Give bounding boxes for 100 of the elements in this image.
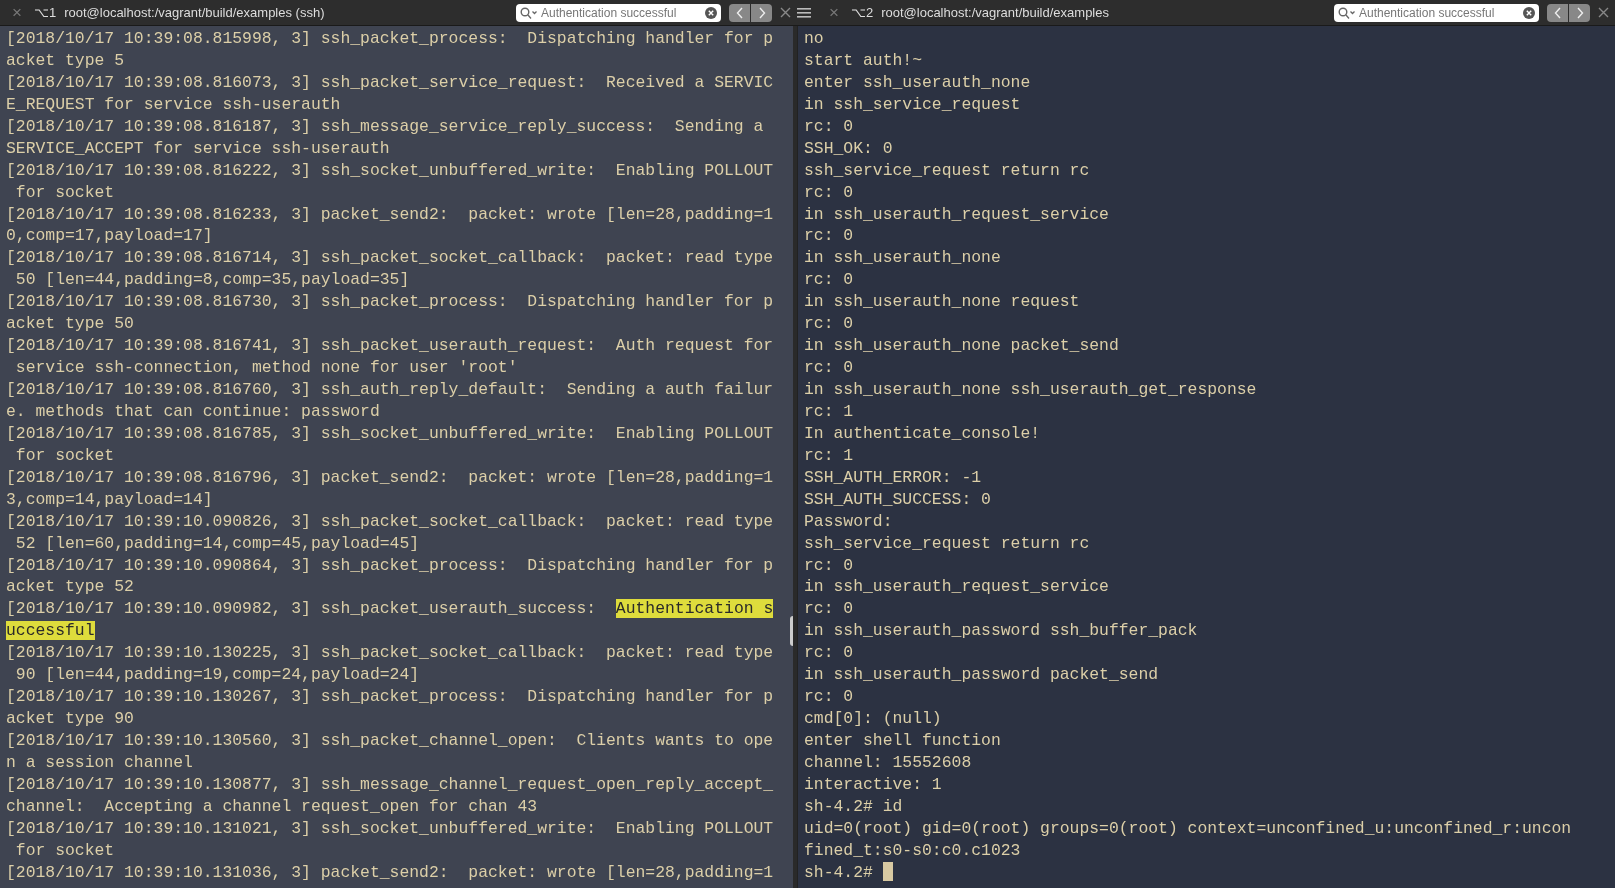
terminal-line: rc: 1 bbox=[804, 445, 854, 465]
terminal-line: [2018/10/17 10:39:08.816730, 3] ssh_packet_process: Dispatching handler for p bbox=[6, 292, 774, 312]
next-match-button[interactable] bbox=[751, 3, 772, 22]
search-icon bbox=[520, 6, 538, 19]
terminal-line: [2018/10/17 10:39:10.130225, 3] ssh_packet_socket_callback: packet: read type bbox=[6, 643, 774, 663]
terminal-line: rc: 0 bbox=[804, 555, 854, 575]
terminal-line: [2018/10/17 10:39:08.816741, 3] ssh_packet_userauth_request: Auth request for bbox=[6, 336, 774, 356]
terminal-line: [2018/10/17 10:39:08.816714, 3] ssh_packet_socket_callback: packet: read type bbox=[6, 248, 774, 268]
terminal-line: n a session channel bbox=[6, 752, 193, 772]
clear-icon[interactable] bbox=[1523, 6, 1535, 19]
search-match: Authentication s bbox=[615, 599, 774, 619]
terminal-line: [2018/10/17 10:39:08.816233, 3] packet_send2: packet: wrote [len=28,padding=1 bbox=[6, 204, 774, 224]
next-match-button[interactable] bbox=[1569, 3, 1590, 22]
terminal-line: no bbox=[804, 29, 824, 48]
terminal-line: [2018/10/17 10:39:08.816222, 3] ssh_socket_unbuffered_write: Enabling POLLOUT bbox=[6, 160, 774, 180]
close-tab-button[interactable]: × bbox=[825, 4, 843, 21]
terminal-line: for socket bbox=[14, 445, 115, 465]
terminal-line: 52 [len=60,padding=14,comp=45,payload=45] bbox=[14, 533, 420, 553]
terminal-line: in ssh_userauth_password packet_send bbox=[804, 665, 1159, 685]
terminal-line: SSH_AUTH_SUCCESS: 0 bbox=[804, 489, 991, 509]
terminal-line: 90 [len=44,padding=19,comp=24,payload=24] bbox=[14, 665, 420, 685]
terminal-line: 0,comp=17,payload=17] bbox=[6, 226, 213, 246]
search-field[interactable]: Authentication successful bbox=[516, 3, 721, 22]
search-field[interactable]: Authentication successful bbox=[1334, 3, 1539, 22]
terminal-line: E_REQUEST for service ssh-userauth bbox=[6, 94, 341, 114]
terminal-line: in ssh_userauth_request_service bbox=[804, 577, 1109, 597]
terminal-line: ssh_service_request return rc bbox=[804, 533, 1090, 553]
close-tab-button[interactable]: × bbox=[8, 4, 26, 21]
chevron-left-icon bbox=[735, 6, 744, 19]
terminal-line: ssh_service_request return rc bbox=[804, 160, 1090, 180]
terminal-line: rc: 1 bbox=[804, 401, 854, 421]
terminal-line: [2018/10/17 10:39:10.130877, 3] ssh_message_channel_request_open_reply_accept_ bbox=[6, 774, 774, 794]
terminal-line: acket type 5 bbox=[6, 50, 125, 70]
search-input[interactable]: Authentication successful bbox=[1359, 5, 1520, 20]
terminal-line: enter shell function bbox=[804, 731, 1001, 750]
chevron-right-icon bbox=[757, 6, 766, 19]
tab-shortcut: ⌥1 bbox=[33, 5, 57, 20]
terminal-line: channel: Accepting a channel request_open for chan 43 bbox=[6, 796, 538, 816]
terminal-line: in ssh_userauth_password ssh_buffer_pack bbox=[804, 621, 1198, 641]
terminal-line: 3,comp=14,payload=14] bbox=[6, 489, 213, 509]
terminal-line: e. methods that can continue: password bbox=[6, 401, 380, 421]
search-match: uccessful bbox=[6, 621, 95, 641]
chevron-left-icon bbox=[1553, 6, 1562, 19]
terminal-line: [2018/10/17 10:39:10.090982, 3] ssh_packet_userauth_success: bbox=[6, 599, 598, 619]
terminal-line: [2018/10/17 10:39:10.090864, 3] ssh_packet_process: Dispatching handler for p bbox=[6, 555, 774, 575]
terminal-line: in ssh_userauth_none packet_send bbox=[804, 336, 1119, 356]
terminal-line: acket type 52 bbox=[6, 577, 134, 597]
terminal-line: acket type 50 bbox=[6, 314, 134, 334]
terminal-line: SERVICE_ACCEPT for service ssh-userauth bbox=[6, 138, 390, 158]
terminal-line: [2018/10/17 10:39:08.816187, 3] ssh_message_service_reply_success: Sending a bbox=[6, 116, 765, 136]
previous-match-button[interactable] bbox=[1547, 3, 1568, 22]
previous-match-button[interactable] bbox=[729, 3, 750, 22]
close-search-icon[interactable] bbox=[780, 7, 791, 18]
terminal-line: In authenticate_console! bbox=[804, 423, 1041, 443]
terminal-line: sh-4.2# bbox=[804, 862, 874, 882]
terminal-line: SSH_OK: 0 bbox=[804, 138, 893, 158]
terminal-line: interactive: 1 bbox=[804, 774, 942, 794]
terminal-line: in ssh_userauth_none ssh_userauth_get_response bbox=[804, 380, 1257, 399]
terminal-line: channel: 15552608 bbox=[804, 752, 972, 772]
tab-shortcut: ⌥2 bbox=[850, 5, 874, 20]
terminal-line: rc: 0 bbox=[804, 643, 854, 663]
terminal-line: rc: 0 bbox=[804, 270, 854, 290]
terminal-line: [2018/10/17 10:39:08.816785, 3] ssh_socket_unbuffered_write: Enabling POLLOUT bbox=[6, 423, 774, 443]
search-input[interactable]: Authentication successful bbox=[541, 5, 702, 20]
terminal-line: 50 [len=44,padding=8,comp=35,payload=35] bbox=[14, 270, 410, 290]
terminal-line: rc: 0 bbox=[804, 226, 854, 246]
terminal-line: SSH_AUTH_ERROR: -1 bbox=[804, 467, 982, 487]
menu-icon[interactable] bbox=[797, 7, 811, 18]
terminal-line: rc: 0 bbox=[804, 314, 854, 334]
terminal-line: fined_t:s0-s0:c0.c1023 bbox=[804, 840, 1021, 860]
terminal-line: in ssh_userauth_request_service bbox=[804, 204, 1109, 224]
terminal-line: for socket bbox=[14, 840, 115, 860]
terminal-line: enter ssh_userauth_none bbox=[804, 72, 1031, 92]
terminal-line: acket type 90 bbox=[6, 709, 134, 729]
close-search-icon[interactable] bbox=[1598, 7, 1609, 18]
terminal-line: [2018/10/17 10:39:08.816796, 3] packet_send2: packet: wrote [len=28,padding=1 bbox=[6, 467, 774, 487]
terminal-line: in ssh_service_request bbox=[804, 94, 1021, 114]
terminal-line: sh-4.2# id bbox=[804, 796, 903, 816]
terminal-line: rc: 0 bbox=[804, 599, 854, 619]
terminal-line: uid=0(root) gid=0(root) groups=0(root) context=unconfined_u:unconfined_r:uncon bbox=[804, 818, 1572, 838]
terminal-line: rc: 0 bbox=[804, 116, 854, 136]
tab-title: root@localhost:/vagrant/build/examples bbox=[881, 5, 1109, 20]
terminal-line: in ssh_userauth_none bbox=[804, 248, 1001, 268]
chevron-right-icon bbox=[1575, 6, 1584, 19]
terminal-line: service ssh-connection, method none for user 'root' bbox=[14, 358, 518, 378]
terminal-line: start auth!~ bbox=[804, 50, 923, 70]
terminal-line: [2018/10/17 10:39:10.090826, 3] ssh_packet_socket_callback: packet: read type bbox=[6, 511, 774, 531]
tab-title: root@localhost:/vagrant/build/examples (ssh) bbox=[64, 5, 325, 20]
terminal-line: [2018/10/17 10:39:10.130267, 3] ssh_packet_process: Dispatching handler for p bbox=[6, 687, 774, 707]
terminal-line: rc: 0 bbox=[804, 182, 854, 202]
terminal-line: [2018/10/17 10:39:10.131021, 3] ssh_socket_unbuffered_write: Enabling POLLOUT bbox=[6, 818, 774, 838]
clear-icon[interactable] bbox=[705, 6, 717, 19]
cursor bbox=[882, 861, 893, 881]
search-icon bbox=[1338, 6, 1356, 19]
terminal-line: Password: bbox=[804, 511, 893, 531]
terminal-line: for socket bbox=[14, 182, 115, 202]
terminal-line: [2018/10/17 10:39:10.130560, 3] ssh_packet_channel_open: Clients wants to ope bbox=[6, 731, 774, 750]
terminal-line: [2018/10/17 10:39:08.815998, 3] ssh_packet_process: Dispatching handler for p bbox=[6, 29, 774, 48]
terminal-line: cmd[0]: (null) bbox=[804, 709, 942, 729]
terminal-line: rc: 0 bbox=[804, 687, 854, 707]
